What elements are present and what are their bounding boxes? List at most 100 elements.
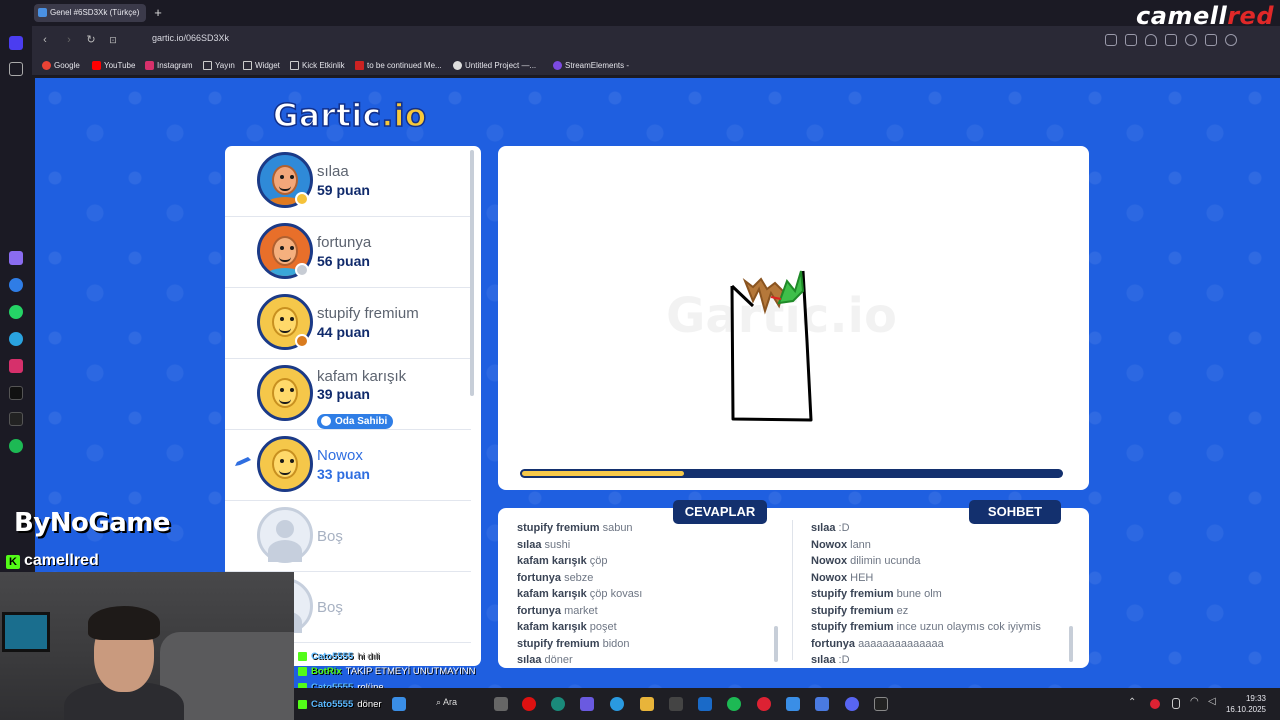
microphone-icon[interactable] (1172, 698, 1180, 709)
windows-start-icon[interactable] (392, 697, 406, 711)
edge-icon[interactable] (610, 697, 624, 711)
chat-divider (792, 520, 793, 660)
bookmark-streamelements[interactable]: StreamElements - (553, 59, 629, 71)
bookmark-widget[interactable]: Widget (243, 59, 280, 71)
folder-icon (243, 60, 252, 70)
tiktok-icon[interactable] (9, 386, 23, 400)
webcam-person-hair (88, 606, 160, 640)
taskbar-search[interactable]: ⌕ Ara (436, 697, 457, 708)
chat-message: sılaa döner (517, 652, 787, 668)
chat-message: fortunya aaaaaaaaaaaaaa (811, 636, 1081, 653)
telegram-icon[interactable] (9, 332, 23, 346)
back-icon[interactable]: ‹ (38, 33, 52, 47)
chat-panel: stupify fremium sabun sılaa sushi kafam ka… (498, 508, 1089, 668)
instagram-icon (145, 60, 154, 70)
player-score: 33 puan (317, 466, 370, 482)
home-icon[interactable] (9, 36, 23, 50)
new-tab-icon[interactable]: + (151, 6, 165, 20)
bookmark-yayin[interactable]: Yayın (203, 59, 235, 71)
kick-icon (298, 667, 307, 676)
bookmark-untitled[interactable]: Untitled Project —... (453, 59, 536, 71)
messenger-icon[interactable] (9, 278, 23, 292)
app-icon[interactable] (580, 697, 594, 711)
room-owner-badge: Oda Sahibi (317, 414, 394, 429)
tray-app-icon[interactable] (1150, 699, 1160, 709)
chat-list: sılaa :D Nowox lann Nowox dilimin ucunda No… (811, 520, 1081, 668)
drawing-canvas[interactable]: Gartic.io (498, 146, 1089, 490)
chat-scrollbar[interactable] (1069, 626, 1073, 662)
chat-message-user: sılaa (811, 522, 836, 534)
notes-icon[interactable] (786, 697, 800, 711)
spotify-icon[interactable] (727, 697, 741, 711)
star-icon[interactable] (9, 62, 23, 76)
chat-message-text: bidon (602, 637, 630, 650)
account-icon[interactable] (1225, 34, 1237, 46)
clock-date: 16.10.2025 (1225, 705, 1266, 714)
chat-message-user: sılaa (517, 538, 542, 551)
shield-icon[interactable] (1145, 34, 1157, 46)
bookmark-youtube[interactable]: YouTube (92, 59, 135, 71)
heart-icon[interactable] (1185, 34, 1197, 46)
wifi-icon[interactable]: ◠ (1190, 696, 1199, 707)
spotify-icon[interactable] (9, 439, 23, 453)
chat-message: sılaa :D (811, 652, 1081, 668)
empty-slot-label: Boş (317, 528, 343, 545)
tray-chevron-icon[interactable]: ⌃ (1128, 697, 1136, 708)
chat-message-user: sılaa (517, 654, 542, 666)
chat-message-text: döner (544, 654, 573, 666)
player-list-scrollbar[interactable] (470, 150, 474, 396)
round-timer (520, 469, 1063, 478)
app-icon[interactable] (551, 697, 565, 711)
chat-message-text: çöp (589, 555, 608, 567)
chat-message-text: lann (850, 538, 871, 551)
reload-icon[interactable]: ↻ (84, 33, 98, 47)
taskbar-clock[interactable]: 19:33 16.10.2025 (1226, 693, 1266, 715)
player-name: sılaa (317, 163, 349, 180)
folder-icon (290, 60, 299, 70)
edit-icon[interactable] (1105, 34, 1117, 46)
task-view-icon[interactable] (494, 697, 508, 711)
store-icon[interactable] (669, 697, 683, 711)
folder-icon (203, 60, 212, 70)
tab-chat[interactable]: SOHBET (969, 500, 1061, 524)
download-icon[interactable] (1205, 34, 1217, 46)
app-icon[interactable] (815, 697, 829, 711)
chat-message: kafam karışık poşet (517, 619, 787, 636)
chat-message-text: aaaaaaaaaaaaaa (858, 637, 944, 650)
forward-icon[interactable]: › (62, 33, 76, 47)
discord-icon[interactable] (845, 697, 859, 711)
video-icon (355, 60, 364, 70)
answers-scrollbar[interactable] (774, 626, 778, 662)
app-icon[interactable] (757, 697, 771, 711)
address-bar: ‹ › ↻ ⊡ gartic.io/066SD3Xk (32, 26, 1280, 54)
streamelements-icon (553, 60, 562, 70)
player-name: fortunya (317, 234, 372, 251)
play-icon[interactable] (1165, 34, 1177, 46)
player-score: 44 puan (317, 324, 370, 340)
youtube-icon (92, 60, 101, 70)
tab-answers[interactable]: CEVAPLAR (673, 500, 767, 524)
bookmark-kick[interactable]: Kick Etkinlik (290, 59, 345, 71)
bookmark-continued[interactable]: to be continued Me... (355, 59, 442, 71)
bookmark-instagram[interactable]: Instagram (145, 59, 193, 71)
chat-message: stupify fremium ez (811, 603, 1081, 620)
instagram-icon[interactable] (9, 359, 23, 373)
app-icon[interactable] (874, 697, 888, 711)
outlook-icon[interactable] (698, 697, 712, 711)
tab-active[interactable]: Genel #6SD3Xk (Türkçe) (34, 4, 146, 22)
empty-avatar-icon (257, 507, 313, 563)
bookmark-google[interactable]: Google (42, 59, 80, 71)
url-field[interactable]: gartic.io/066SD3Xk (152, 33, 229, 43)
whatsapp-icon[interactable] (9, 305, 23, 319)
x-icon[interactable] (9, 412, 23, 426)
folder-icon[interactable] (640, 697, 654, 711)
volume-icon[interactable]: ◁ (1208, 696, 1216, 707)
chat-message-text: sabun (602, 522, 633, 534)
logo-suffix: .io (381, 97, 427, 135)
camera-icon[interactable] (1125, 34, 1137, 46)
chat-message-text: HEH (850, 571, 874, 584)
opera-taskbar-icon[interactable] (522, 697, 536, 711)
aria-icon[interactable] (9, 251, 23, 265)
chat-message-text: dilimin ucunda (850, 555, 921, 567)
player-name: stupify fremium (317, 305, 419, 322)
